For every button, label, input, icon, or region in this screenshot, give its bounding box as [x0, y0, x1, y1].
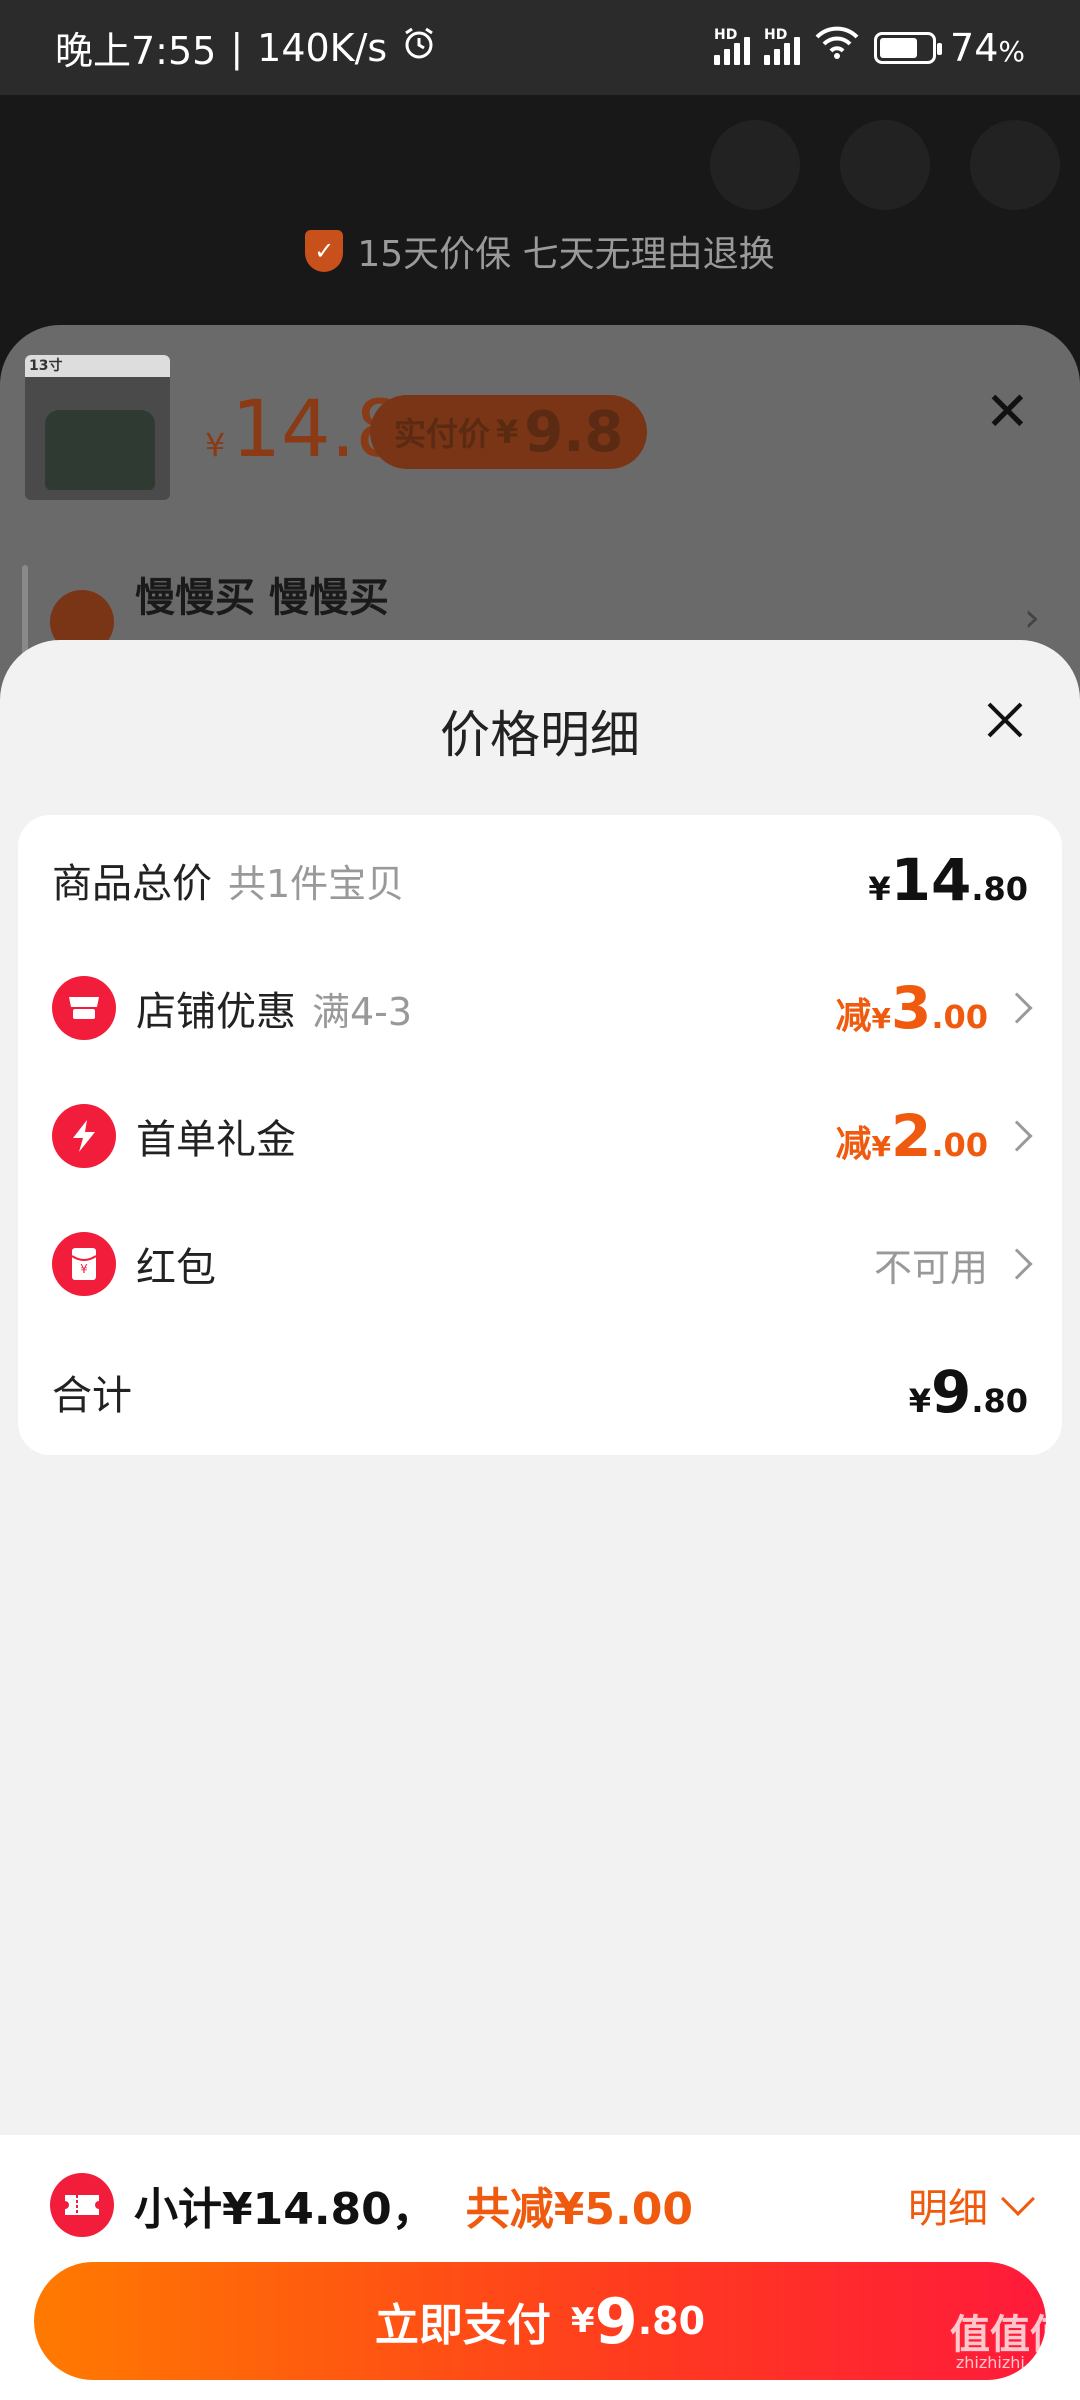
watermark: 值值值 zhizhizhi.com — [950, 2312, 1070, 2372]
row-grand-total: 合计 ¥9.80 — [52, 1358, 1028, 1426]
coupon-ticket-icon — [50, 2173, 114, 2237]
signal-icon-2: HD — [764, 27, 801, 65]
chevron-right-icon: › — [1024, 595, 1040, 641]
row-goods-total: 商品总价 共1件宝贝 ¥14.80 — [52, 846, 1028, 914]
wifi-icon — [814, 25, 860, 70]
price-detail-card: 商品总价 共1件宝贝 ¥14.80 店铺优惠 满4-3 减¥3.00 首单礼金 — [18, 815, 1062, 1455]
address-name[interactable]: 慢慢买 慢慢买 — [135, 565, 389, 623]
detail-toggle-button[interactable]: 明细 — [908, 2176, 1035, 2234]
sheet-title: 价格明细 — [440, 706, 640, 764]
signal-icon: HD — [714, 27, 751, 65]
store-discount-value: 减 ¥3.00 — [835, 974, 988, 1042]
svg-text:¥: ¥ — [80, 1262, 88, 1276]
chevron-right-icon — [1001, 1248, 1033, 1280]
chevron-right-icon — [1001, 992, 1033, 1024]
battery-percent: 74% — [950, 25, 1025, 70]
red-envelope-status: 不可用 — [873, 1245, 988, 1290]
chevron-down-icon — [1001, 2182, 1035, 2216]
row-first-order-gift[interactable]: 首单礼金 减 ¥2.00 — [18, 1071, 1062, 1201]
spec-close-icon[interactable]: ✕ — [985, 380, 1030, 443]
battery-icon — [874, 31, 943, 64]
close-icon[interactable] — [970, 685, 1040, 755]
row-red-envelope[interactable]: ¥ 红包 不可用 — [18, 1199, 1062, 1329]
status-time: 晚上7:55 — [55, 29, 217, 73]
cart-icon — [840, 120, 930, 210]
alarm-icon — [401, 25, 437, 70]
share-icon — [710, 120, 800, 210]
store-icon — [52, 976, 116, 1040]
shield-check-icon: ✓ — [305, 230, 344, 272]
subtotal-text: 小计¥14.80， — [134, 2184, 436, 2235]
real-price-badge: 实付价 ¥ 9.8 — [370, 395, 648, 469]
row-store-discount[interactable]: 店铺优惠 满4-3 减 ¥3.00 — [18, 943, 1062, 1073]
goods-total-value: ¥14.80 — [868, 846, 1028, 914]
red-envelope-icon: ¥ — [52, 1232, 116, 1296]
checkout-bar: 小计¥14.80， 共减¥5.00 明细 立即支付 ¥ 9 .80 — [0, 2135, 1080, 2400]
status-bar: 晚上7:55 | 140K/s HD HD 74% — [0, 0, 1080, 95]
order-summary: 小计¥14.80， 共减¥5.00 明细 — [50, 2155, 1035, 2255]
network-speed: 140K/s — [257, 25, 388, 70]
first-order-value: 减 ¥2.00 — [835, 1102, 988, 1170]
product-thumbnail: 13寸 — [25, 355, 170, 500]
more-icon — [970, 120, 1060, 210]
grand-total-value: ¥9.80 — [908, 1358, 1028, 1426]
saved-text: 共减¥5.00 — [465, 2184, 693, 2235]
lightning-icon — [52, 1104, 116, 1168]
chevron-right-icon — [1001, 1120, 1033, 1152]
pay-now-button[interactable]: 立即支付 ¥ 9 .80 — [34, 2262, 1046, 2380]
guarantee-banner: ✓ 15天价保 七天无理由退换 — [0, 225, 1080, 277]
